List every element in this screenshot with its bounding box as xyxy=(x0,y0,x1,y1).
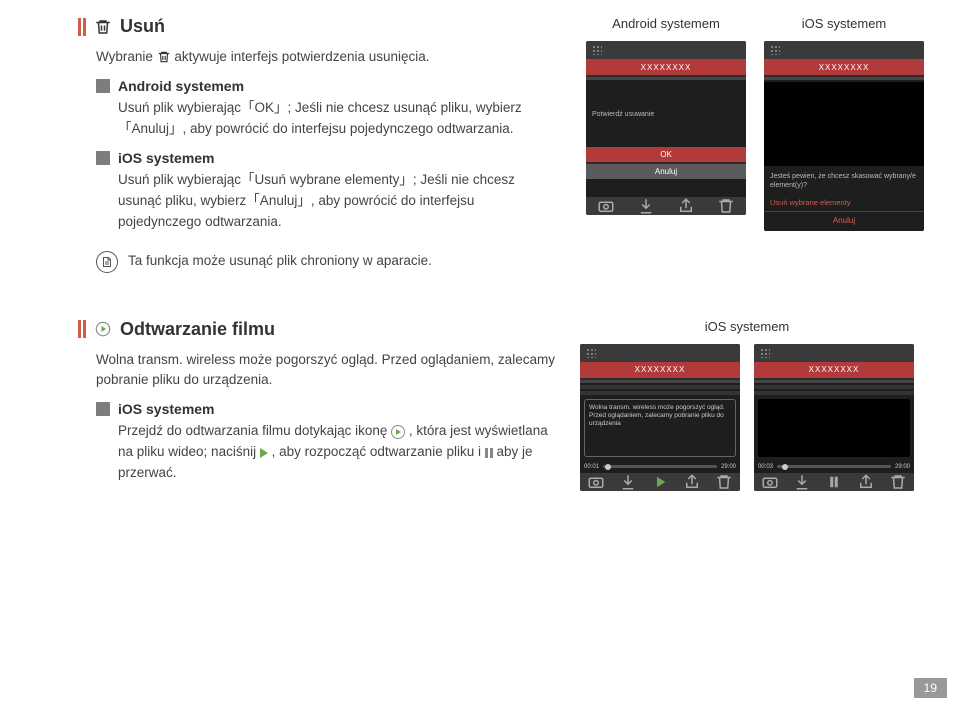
phone-title-bar: XXXXXXXX xyxy=(764,59,924,75)
ios-playback-body: Przejdź do odtwarzania filmu dotykając i… xyxy=(118,421,558,484)
trash-icon xyxy=(94,18,112,36)
camera-icon[interactable] xyxy=(587,473,605,491)
playback-body: Wolna transm. wireless może pogorszyć og… xyxy=(96,350,558,392)
camera-icon[interactable] xyxy=(597,197,615,215)
ios-phone-mock: XXXXXXXX Jesteś pewien, że chcesz skasow… xyxy=(764,41,924,231)
phone-label-android: Android systemem xyxy=(586,16,746,31)
phone-title-bar: XXXXXXXX xyxy=(754,362,914,378)
ios-subheading: iOS systemem xyxy=(96,150,558,166)
play-icon[interactable] xyxy=(651,473,669,491)
heading-marker xyxy=(78,320,86,338)
time-bar[interactable]: 00:03 29:00 xyxy=(754,461,914,473)
bullet-square-icon xyxy=(96,402,110,416)
cancel-button[interactable]: Anuluj xyxy=(586,164,746,179)
play-circle-icon-inline xyxy=(391,425,405,439)
android-phone-mock: XXXXXXXX Potwierdź usuwanie OK Anuluj xyxy=(586,41,746,215)
trash-icon-inline xyxy=(157,50,171,64)
section-heading-playback: Odtwarzanie filmu xyxy=(78,319,558,340)
ok-button[interactable]: OK xyxy=(586,147,746,162)
heading-marker xyxy=(78,18,86,36)
page-number: 19 xyxy=(914,678,947,698)
note-text: Ta funkcja może usunąć plik chroniony w … xyxy=(128,251,432,272)
menu-grid-icon[interactable] xyxy=(586,348,596,358)
pause-icon-inline xyxy=(485,448,493,458)
ios-phone-mock-play: XXXXXXXX Wolna transm. wireless może pog… xyxy=(580,344,740,491)
note-icon xyxy=(96,251,118,273)
bullet-square-icon xyxy=(96,151,110,165)
android-subheading: Android systemem xyxy=(96,78,558,94)
phone-title-bar: XXXXXXXX xyxy=(580,362,740,378)
trash-icon[interactable] xyxy=(889,473,907,491)
download-icon[interactable] xyxy=(637,197,655,215)
delete-selected-button[interactable]: Usuń wybrane elementy xyxy=(764,196,924,211)
bullet-square-icon xyxy=(96,79,110,93)
video-area xyxy=(758,399,910,457)
ios-phone-mock-pause: XXXXXXXX 00:03 29:00 xyxy=(754,344,914,491)
menu-grid-icon[interactable] xyxy=(770,45,780,55)
ios-prompt: Jesteś pewien, że chcesz skasować wybran… xyxy=(764,166,924,196)
trash-icon[interactable] xyxy=(717,197,735,215)
share-icon[interactable] xyxy=(857,473,875,491)
download-icon[interactable] xyxy=(619,473,637,491)
pause-icon[interactable] xyxy=(825,473,843,491)
download-icon[interactable] xyxy=(793,473,811,491)
play-circle-icon xyxy=(94,320,112,338)
playback-message: Wolna transm. wireless może pogorszyć og… xyxy=(584,399,736,457)
phone-title-bar: XXXXXXXX xyxy=(586,59,746,75)
android-body: Usuń plik wybierając「OK」; Jeśli nie chce… xyxy=(118,98,558,140)
confirm-delete-text: Potwierdź usuwanie xyxy=(586,82,746,147)
ios-subheading: iOS systemem xyxy=(96,401,558,417)
section-heading-delete: Usuń xyxy=(78,16,558,37)
trash-icon[interactable] xyxy=(715,473,733,491)
share-icon[interactable] xyxy=(677,197,695,215)
phone-label-ios: iOS systemem xyxy=(580,319,914,334)
play-icon-inline xyxy=(260,448,268,458)
section-title: Usuń xyxy=(120,16,165,37)
menu-grid-icon[interactable] xyxy=(760,348,770,358)
note-row: Ta funkcja może usunąć plik chroniony w … xyxy=(96,251,558,273)
share-icon[interactable] xyxy=(683,473,701,491)
camera-icon[interactable] xyxy=(761,473,779,491)
delete-intro: Wybranie aktywuje interfejs potwierdzeni… xyxy=(96,47,558,68)
section-title: Odtwarzanie filmu xyxy=(120,319,275,340)
ios-body: Usuń plik wybierając「Usuń wybrane elemen… xyxy=(118,170,558,233)
phone-label-ios: iOS systemem xyxy=(764,16,924,31)
menu-grid-icon[interactable] xyxy=(592,45,602,55)
time-bar[interactable]: 00:01 29:00 xyxy=(580,461,740,473)
ios-cancel-button[interactable]: Anuluj xyxy=(764,212,924,231)
